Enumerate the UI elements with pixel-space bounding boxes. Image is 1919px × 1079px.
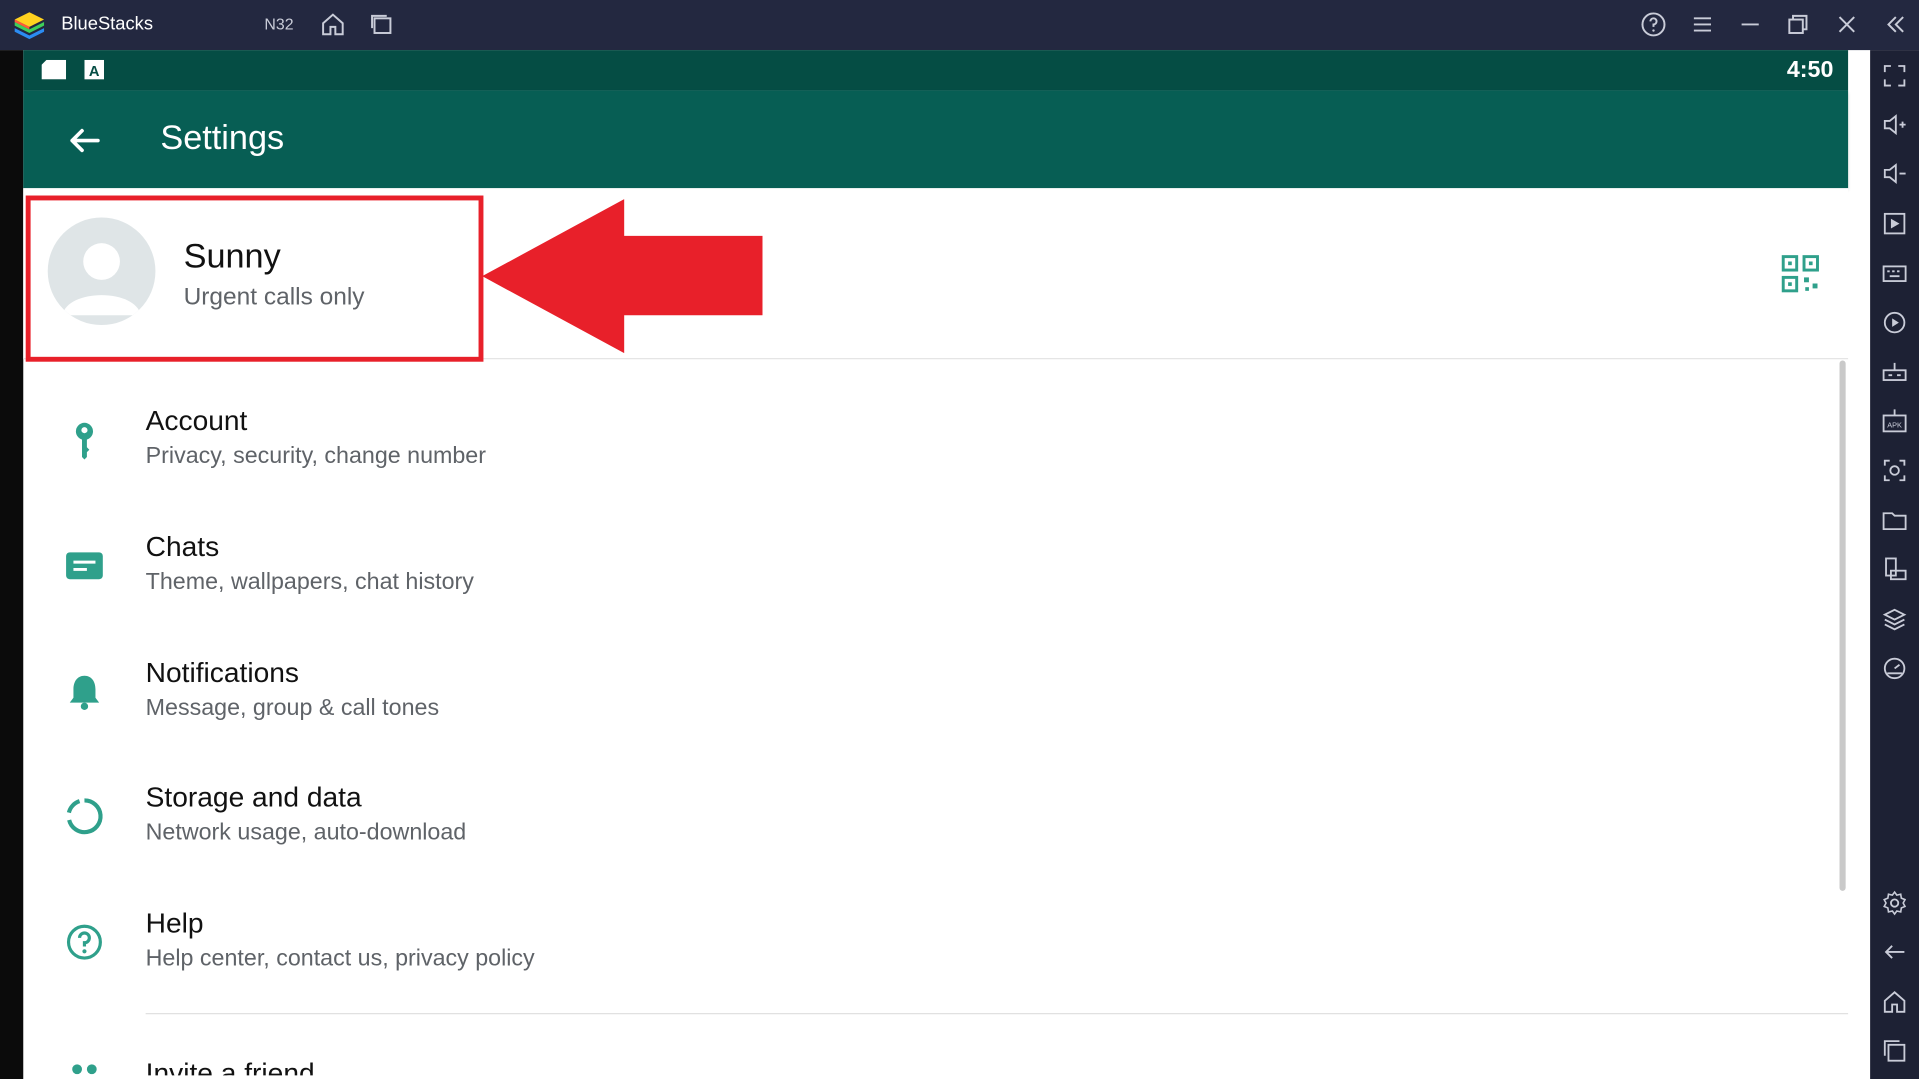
install-apk-icon[interactable]: APK: [1881, 408, 1908, 435]
settings-item-title: Help: [145, 906, 204, 939]
highlight-box: [25, 195, 484, 362]
menu-icon[interactable]: [1688, 10, 1717, 39]
invite-icon: [62, 1059, 106, 1075]
status-time: 4:50: [1786, 57, 1834, 84]
sd-card-icon: [41, 59, 67, 80]
key-icon: [62, 418, 106, 462]
folder-icon[interactable]: [1881, 507, 1908, 534]
eco-mode-icon[interactable]: [1881, 655, 1908, 682]
settings-item-title: Storage and data: [145, 780, 362, 813]
page-title: Settings: [160, 118, 285, 157]
macro-play-icon[interactable]: [1881, 309, 1908, 336]
settings-item-subtitle: Privacy, security, change number: [145, 443, 487, 470]
close-icon[interactable]: [1832, 10, 1861, 39]
restore-icon[interactable]: [1783, 10, 1812, 39]
collapse-sidebar-icon[interactable]: [1881, 10, 1910, 39]
settings-item-help[interactable]: Help Help center, contact us, privacy po…: [23, 891, 1848, 1017]
settings-item-invite[interactable]: Invite a friend: [23, 1037, 1848, 1075]
settings-item-notifications[interactable]: Notifications Message, group & call tone…: [23, 640, 1848, 766]
window-left-border: [0, 50, 24, 1079]
volume-up-icon[interactable]: [1881, 111, 1908, 138]
minimize-icon[interactable]: [1735, 10, 1764, 39]
screenshot-icon[interactable]: [1881, 457, 1908, 484]
chat-icon: [62, 544, 106, 588]
bell-icon: [62, 670, 106, 714]
instance-label: N32: [264, 14, 294, 33]
settings-gear-icon[interactable]: [1881, 890, 1908, 917]
svg-text:A: A: [89, 64, 100, 80]
app-title: BlueStacks: [61, 13, 154, 35]
help-circle-icon[interactable]: [1639, 10, 1668, 39]
notification-a-icon: A: [84, 59, 105, 80]
settings-item-subtitle: Message, group & call tones: [145, 695, 440, 721]
multi-instance-icon[interactable]: [367, 10, 396, 39]
media-manager-icon[interactable]: [1881, 210, 1908, 237]
back-arrow-icon[interactable]: [62, 119, 106, 163]
qr-code-icon[interactable]: [1781, 254, 1820, 293]
scrollbar[interactable]: [1839, 360, 1846, 891]
keyboard-icon[interactable]: [1881, 259, 1908, 286]
settings-item-subtitle: Help center, contact us, privacy policy: [145, 945, 535, 972]
settings-item-account[interactable]: Account Privacy, security, change number: [23, 389, 1848, 515]
settings-item-storage[interactable]: Storage and data Network usage, auto-dow…: [23, 765, 1848, 891]
volume-down-icon[interactable]: [1881, 160, 1908, 187]
settings-item-subtitle: Theme, wallpapers, chat history: [145, 569, 474, 596]
settings-item-subtitle: Network usage, auto-download: [145, 819, 467, 846]
android-recents-icon[interactable]: [1881, 1037, 1908, 1064]
help-icon: [62, 920, 106, 964]
app-bar: Settings: [23, 90, 1849, 189]
settings-item-title: Account: [145, 404, 248, 437]
multi-instance-manager-icon[interactable]: [1881, 606, 1908, 633]
bluestacks-logo-icon: [13, 10, 45, 42]
storage-icon: [62, 794, 106, 838]
svg-text:APK: APK: [1887, 421, 1902, 430]
settings-item-title: Invite a friend: [145, 1057, 315, 1076]
settings-item-title: Notifications: [145, 656, 299, 688]
settings-item-title: Chats: [145, 530, 220, 563]
fullscreen-icon[interactable]: [1881, 62, 1908, 89]
android-home-icon[interactable]: [1881, 989, 1908, 1016]
rotate-icon[interactable]: [1881, 556, 1908, 583]
list-divider: [145, 1013, 1849, 1015]
home-icon[interactable]: [318, 10, 347, 39]
android-status-bar: A 4:50: [23, 50, 1849, 91]
bluestacks-title-bar: BlueStacks N32: [0, 0, 1919, 51]
game-controls-icon[interactable]: [1881, 358, 1908, 385]
red-arrow-annotation: [482, 199, 763, 354]
android-back-icon[interactable]: [1881, 938, 1908, 965]
settings-item-chats[interactable]: Chats Theme, wallpapers, chat history: [23, 514, 1848, 640]
